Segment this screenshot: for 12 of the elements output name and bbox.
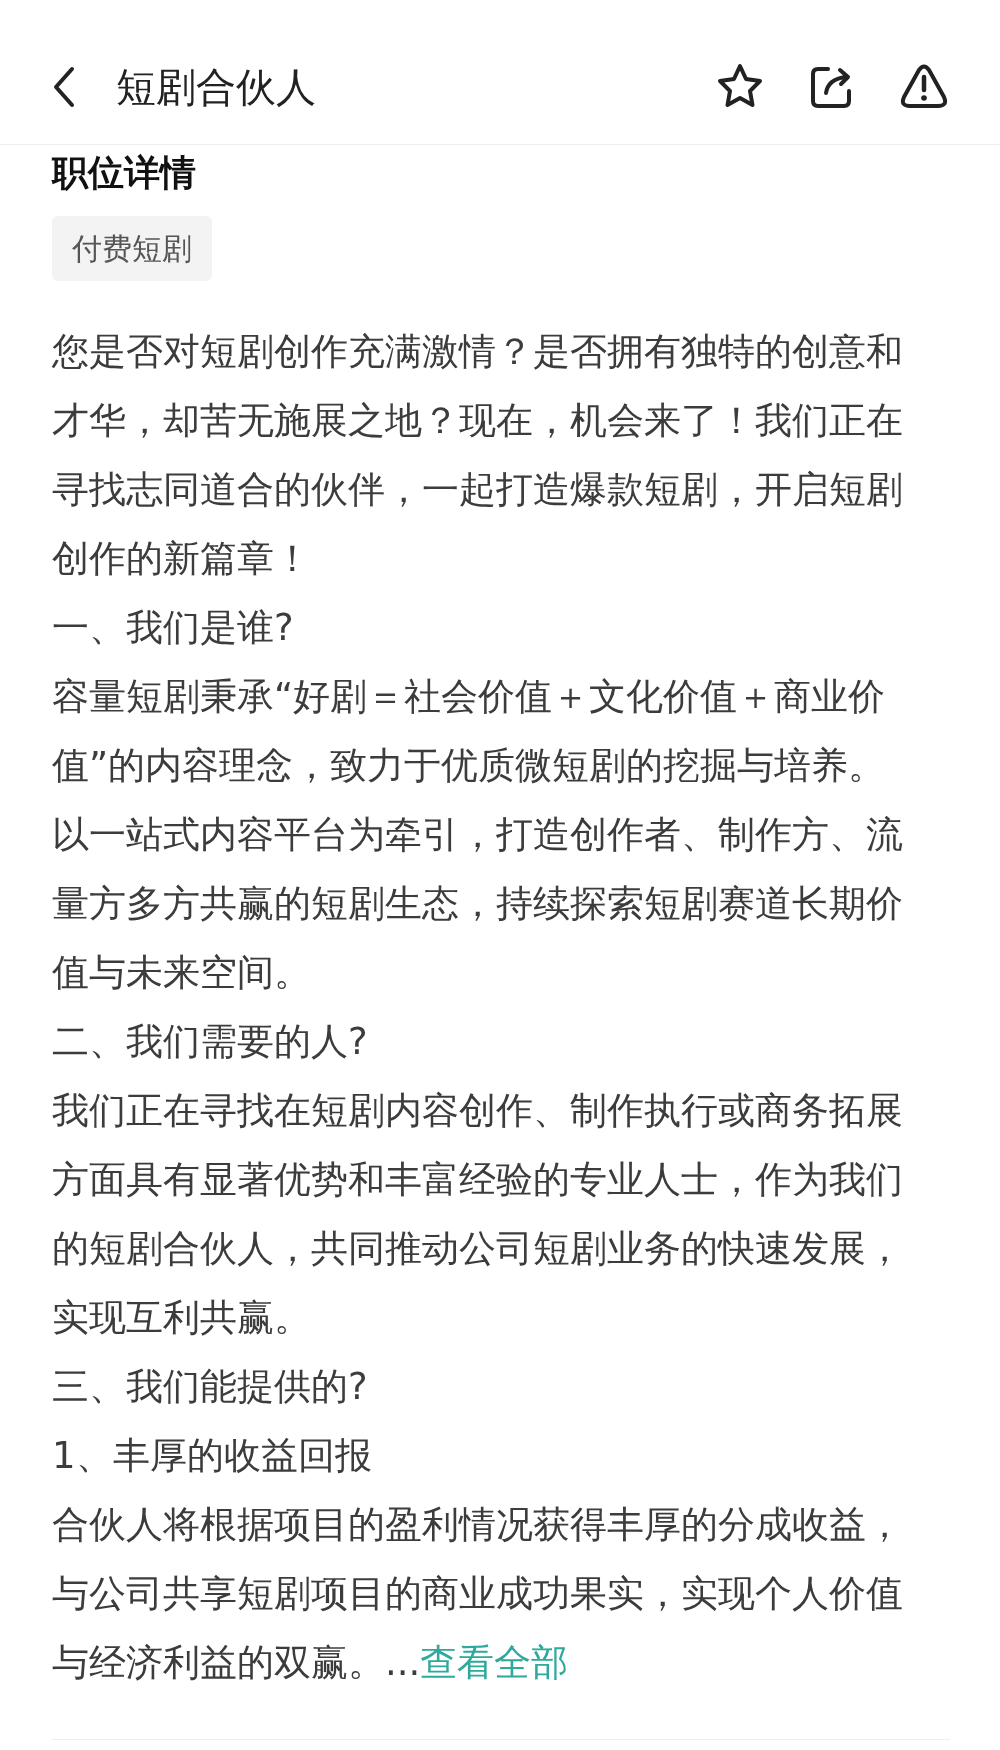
paragraph: 三、我们能提供的? <box>52 1364 369 1411</box>
paragraph: 1、丰厚的收益回报 <box>52 1433 373 1480</box>
paragraph: 容量短剧秉承“好剧＝社会价值＋文化价值＋商业价值”的内容理念，致力于优质微短剧的挖掘与培养。以一站式内容平台为牵引，打造创作者、制作方、流量方多方共赢的短剧生态，持续探索短剧赛道长期价值与未来空间。 <box>52 674 904 997</box>
page-title: 短剧合伙人 <box>116 63 316 112</box>
paragraph: 您是否对短剧创作充满激情？是否拥有独特的创意和才华，却苦无施展之地？现在，机会来了！我们正在寻找志同道合的伙伴，一起打造爆款短剧，开启短剧创作的新篇章！ <box>52 329 904 583</box>
section-title: 职位详情 <box>52 151 197 195</box>
tag: 付费短剧 <box>52 216 212 282</box>
paragraph: 我们正在寻找在短剧内容创作、制作执行或商务拓展方面具有显著优势和丰富经验的专业人士，作为我们的短剧合伙人，共同推动公司短剧业务的快速发展，实现互利共赢。 <box>52 1088 904 1342</box>
paragraph: 合伙人将根据项目的盈利情况获得丰厚的分成收益，与公司共享短剧项目的商业成功果实，实现个人价值与经济利益的双赢。...查看全部 <box>52 1502 904 1687</box>
paragraph: 一、我们是谁? <box>52 605 295 652</box>
paragraph: 二、我们需要的人? <box>52 1019 369 1066</box>
view-all-link[interactable]: 查看全部 <box>420 1641 569 1685</box>
